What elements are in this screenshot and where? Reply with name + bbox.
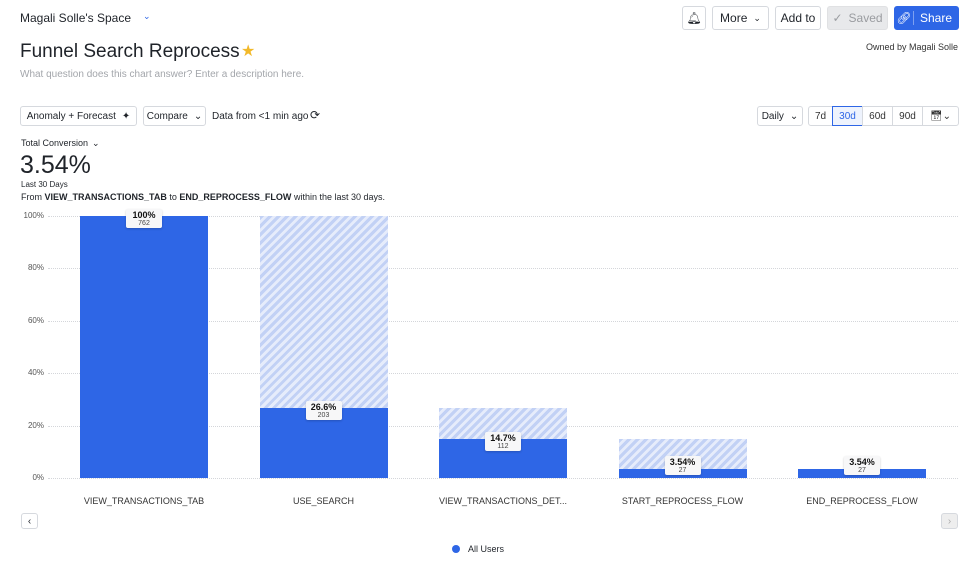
owner-text: Owned by Magali Solle: [865, 42, 958, 52]
suffix-text: within the last 30 days.: [293, 192, 386, 202]
y-tick-label: 100%: [23, 211, 44, 220]
scroll-right-button[interactable]: ›: [941, 513, 958, 529]
link-icon: 🔗︎: [895, 11, 914, 25]
bar-percent: 14.7%: [490, 433, 516, 444]
y-tick-label: 80%: [27, 263, 44, 273]
conversion-value: 3.54%: [20, 151, 91, 179]
chevron-down-icon: ⌄: [143, 11, 151, 21]
interval-label: Daily: [761, 110, 784, 122]
range-30d[interactable]: 30d: [832, 106, 863, 126]
compare-label: Compare: [146, 110, 188, 122]
from-text: From: [21, 192, 42, 202]
legend[interactable]: All Users: [452, 544, 504, 554]
gridline: [48, 478, 958, 479]
bar-count: 112: [497, 443, 509, 451]
dropoff-bar[interactable]: [259, 216, 388, 409]
x-axis-label: VIEW_TRANSACTIONS_DET...: [438, 496, 568, 506]
funnel-description: From VIEW_TRANSACTIONS_TAB to END_REPROC…: [21, 192, 385, 202]
to-event: END_REPROCESS_FLOW: [179, 192, 292, 202]
more-label: More: [720, 11, 748, 25]
bar-percent: 100%: [132, 210, 156, 220]
to-text: to: [169, 192, 177, 202]
forecast-icon: ✦: [121, 110, 131, 122]
chevron-down-icon: ⌄: [92, 138, 100, 148]
star-icon[interactable]: ★: [241, 41, 255, 61]
refresh-icon[interactable]: ⟳: [310, 108, 320, 122]
data-freshness: Data from <1 min ago: [212, 111, 309, 122]
bar-count: 27: [858, 467, 866, 474]
more-button[interactable]: More ⌄: [712, 6, 769, 30]
y-tick-label: 40%: [27, 368, 44, 378]
x-axis-label: VIEW_TRANSACTIONS_TAB: [83, 496, 205, 506]
saved-label: Saved: [848, 11, 883, 25]
scroll-left-button[interactable]: ‹: [21, 513, 38, 529]
interval-select[interactable]: Daily ⌄: [757, 106, 803, 126]
anomaly-forecast-button[interactable]: Anomaly + Forecast ✦: [20, 106, 137, 126]
range-7d[interactable]: 7d: [808, 106, 833, 126]
check-icon: ✓: [832, 11, 843, 25]
bar-count: 762: [138, 220, 150, 227]
bar-count: 203: [317, 412, 330, 420]
bar-count: 27: [678, 467, 687, 474]
metric-label: Total Conversion: [21, 138, 89, 148]
page-title[interactable]: Funnel Search Reprocess: [20, 41, 240, 63]
bar-percent: 26.6%: [310, 402, 337, 413]
chevron-down-icon: ⌄: [193, 110, 203, 122]
bar-data-label: 26.6% 203: [305, 401, 342, 421]
x-axis-label: USE_SEARCH: [292, 496, 355, 506]
from-event: VIEW_TRANSACTIONS_TAB: [44, 192, 167, 202]
conversion-bar[interactable]: [80, 216, 208, 478]
compare-button[interactable]: Compare ⌄: [143, 106, 206, 126]
bar-data-label: 14.7% 112: [485, 432, 521, 452]
bar-data-label: 100% 762: [126, 209, 162, 228]
calendar-icon: 📅︎: [929, 110, 943, 122]
metric-select[interactable]: Total Conversion ⌄: [21, 138, 100, 149]
chevron-down-icon: ⌄: [789, 110, 799, 122]
legend-label: All Users: [468, 544, 505, 554]
y-tick-label: 0%: [32, 473, 44, 482]
bar-data-label: 3.54% 27: [664, 456, 701, 475]
bar-data-label: 3.54% 27: [844, 456, 880, 475]
anomaly-label: Anomaly + Forecast: [26, 110, 116, 122]
date-picker-button[interactable]: 📅︎ ⌄: [922, 106, 959, 126]
chevron-down-icon: ⌄: [753, 12, 761, 23]
y-tick-label: 20%: [27, 420, 44, 430]
space-selector[interactable]: Magali Solle's Space ⌄: [20, 11, 151, 25]
share-button[interactable]: 🔗︎ Share: [894, 6, 959, 30]
bar-percent: 3.54%: [849, 457, 875, 467]
space-name: Magali Solle's Space: [20, 11, 132, 25]
legend-dot: [452, 545, 460, 553]
x-axis-label: END_REPROCESS_FLOW: [806, 496, 918, 506]
description-input[interactable]: What question does this chart answer? En…: [20, 69, 304, 80]
share-label: Share: [919, 11, 952, 25]
range-60d[interactable]: 60d: [862, 106, 893, 126]
y-tick-label: 60%: [27, 315, 44, 325]
x-axis-label: START_REPROCESS_FLOW: [621, 496, 744, 506]
add-to-button[interactable]: Add to: [775, 6, 821, 30]
period-label: Last 30 Days: [21, 180, 68, 189]
range-90d[interactable]: 90d: [892, 106, 923, 126]
bell-icon: 🔔︎: [686, 11, 702, 25]
saved-button: ✓ Saved: [827, 6, 888, 30]
bar-percent: 3.54%: [669, 457, 696, 467]
notifications-button[interactable]: 🔔︎: [682, 6, 706, 30]
